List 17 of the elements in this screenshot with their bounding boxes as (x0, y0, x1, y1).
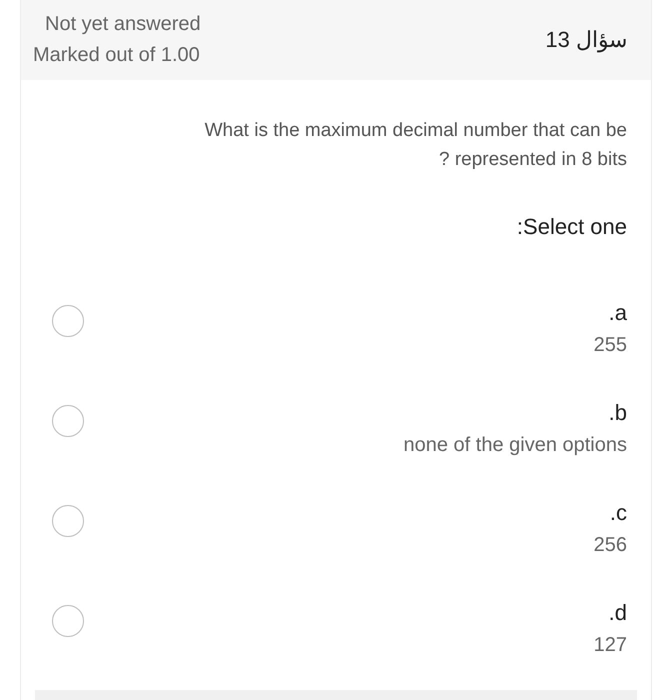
option-letter: .c (610, 500, 627, 526)
marks-label: Marked out of 1.00 (33, 44, 201, 67)
option-letter: .d (608, 600, 627, 626)
radio-button[interactable] (52, 604, 84, 636)
radio-button[interactable] (52, 404, 84, 436)
option-answer: none of the given options (403, 434, 627, 456)
option-letter: .a (608, 300, 627, 326)
option-answer: 255 (594, 334, 627, 356)
question-text: What is the maximum decimal number that can be ? represented in 8 bits (204, 119, 627, 172)
radio-button[interactable] (52, 304, 84, 336)
select-prompt: :Select one (516, 214, 627, 240)
option-answer: 127 (594, 634, 627, 656)
option-answer: 256 (594, 534, 627, 556)
question-number: سؤال 13 (545, 27, 627, 53)
option-letter: .b (608, 400, 627, 426)
answer-state: Not yet answered (44, 13, 201, 36)
radio-button[interactable] (52, 504, 84, 536)
